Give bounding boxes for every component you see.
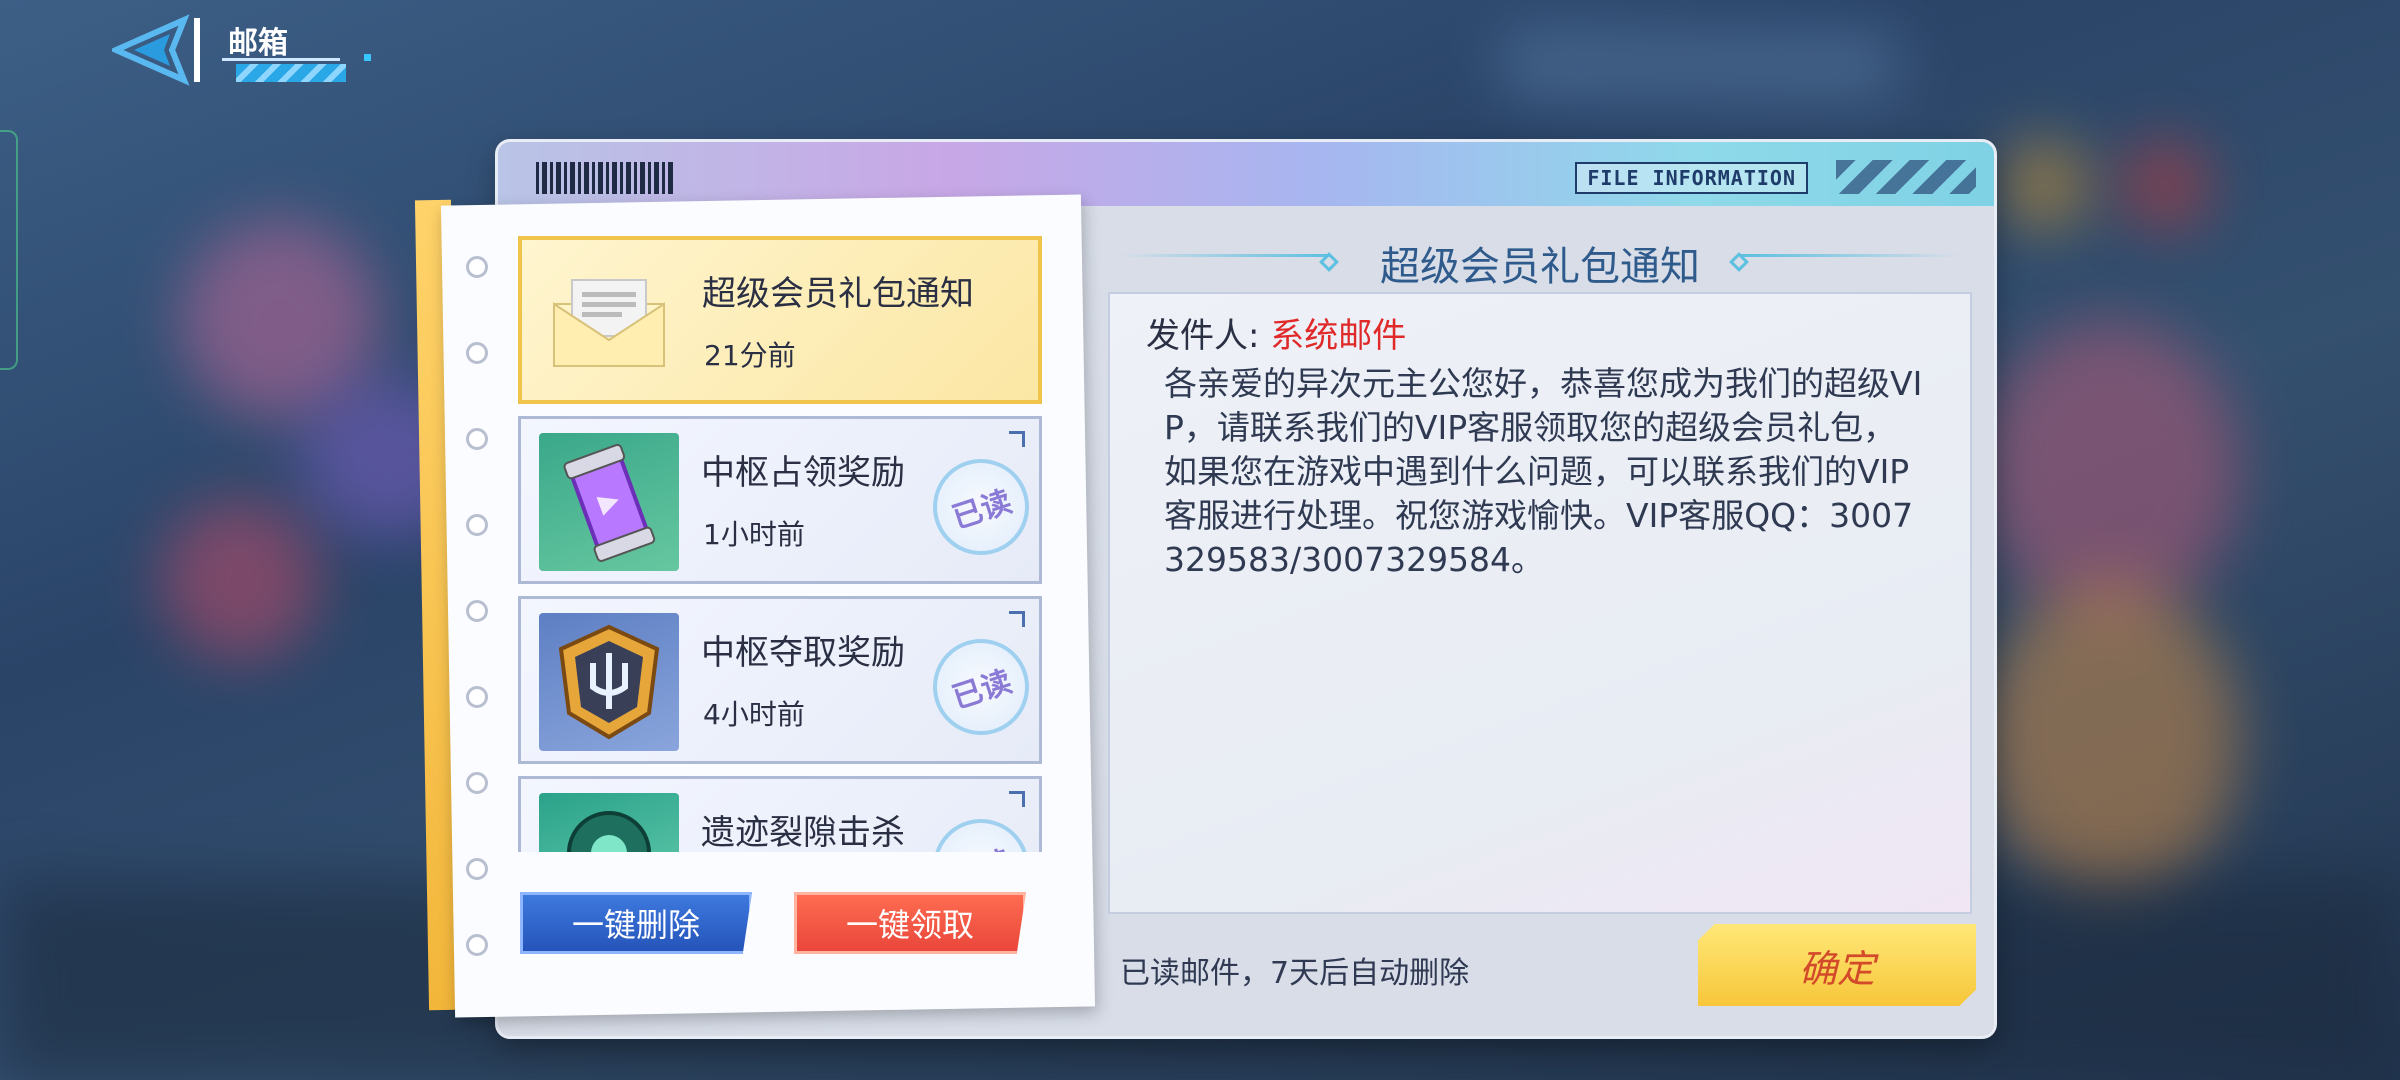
binder-ring — [466, 428, 488, 450]
mail-item[interactable]: 超级会员礼包通知 21分前 — [518, 236, 1042, 404]
claim-all-button[interactable]: 一键领取 — [794, 892, 1026, 954]
binder-ring — [466, 858, 488, 880]
background-blur — [2000, 140, 2090, 230]
binder-ring — [466, 772, 488, 794]
delete-all-button[interactable]: 一键删除 — [520, 892, 752, 954]
background-blur — [1980, 320, 2240, 620]
binder-ring — [466, 342, 488, 364]
read-stamp: 已读 — [920, 446, 1042, 568]
teal-orb-icon — [539, 793, 679, 852]
back-button[interactable] — [108, 14, 202, 86]
binder-ring — [466, 600, 488, 622]
read-stamp: 已读 — [920, 806, 1042, 852]
binder-ring — [466, 514, 488, 536]
auto-delete-note: 已读邮件，7天后自动删除 — [1120, 956, 1470, 991]
background-blur — [2120, 140, 2210, 230]
side-tab-outline — [0, 130, 18, 370]
read-stamp: 已读 — [920, 626, 1042, 748]
background-blur — [160, 500, 320, 660]
mail-title: 中枢夺取奖励 — [701, 633, 905, 673]
mail-time: 21分前 — [704, 339, 796, 372]
mail-time: 1小时前 — [703, 518, 805, 551]
title-stripe-bar — [236, 64, 346, 82]
confirm-button[interactable]: 确定 — [1698, 924, 1976, 1006]
corner-mark — [1009, 611, 1025, 627]
binder-ring — [466, 686, 488, 708]
title-dot — [364, 54, 371, 61]
sender-label: 发件人: — [1146, 316, 1260, 356]
mail-item[interactable]: 中枢占领奖励 1小时前 已读 — [518, 416, 1042, 584]
title-underline — [222, 58, 340, 61]
mail-body-text: 各亲爱的异次元主公您好，恭喜您成为我们的超级VIP，请联系我们的VIP客服领取您… — [1164, 364, 1923, 579]
back-arrow-icon — [108, 14, 200, 86]
mail-title: 遗迹裂隙击杀 — [701, 813, 905, 852]
mail-item[interactable]: 遗迹裂隙击杀 已读 — [518, 776, 1042, 852]
mail-title: 中枢占领奖励 — [701, 453, 905, 493]
envelope-icon — [540, 254, 680, 392]
barcode-decoration — [536, 162, 676, 194]
background-blur — [1980, 580, 2240, 900]
capsule-icon — [539, 433, 679, 571]
background-blur — [1500, 30, 1900, 100]
sender-line: 发件人: 系统邮件 — [1146, 308, 1406, 357]
trident-shield-icon — [539, 613, 679, 751]
binder-ring — [466, 256, 488, 278]
mail-detail-title: 超级会员礼包通知 — [1380, 244, 1700, 290]
corner-mark — [1009, 791, 1025, 807]
mail-title: 超级会员礼包通知 — [702, 274, 974, 314]
mail-item[interactable]: 中枢夺取奖励 4小时前 已读 — [518, 596, 1042, 764]
mail-time: 4小时前 — [703, 698, 805, 731]
sender-name: 系统邮件 — [1270, 316, 1407, 356]
corner-mark — [1009, 431, 1025, 447]
page-title: 邮箱 — [228, 26, 288, 61]
binder-ring — [466, 934, 488, 956]
stripe-decoration — [1836, 160, 1976, 194]
file-information-label: FILE INFORMATION — [1575, 162, 1808, 194]
mail-list[interactable]: 超级会员礼包通知 21分前 中枢占领奖励 1小时前 已读 中枢夺取奖励 4小时前… — [518, 236, 1046, 852]
